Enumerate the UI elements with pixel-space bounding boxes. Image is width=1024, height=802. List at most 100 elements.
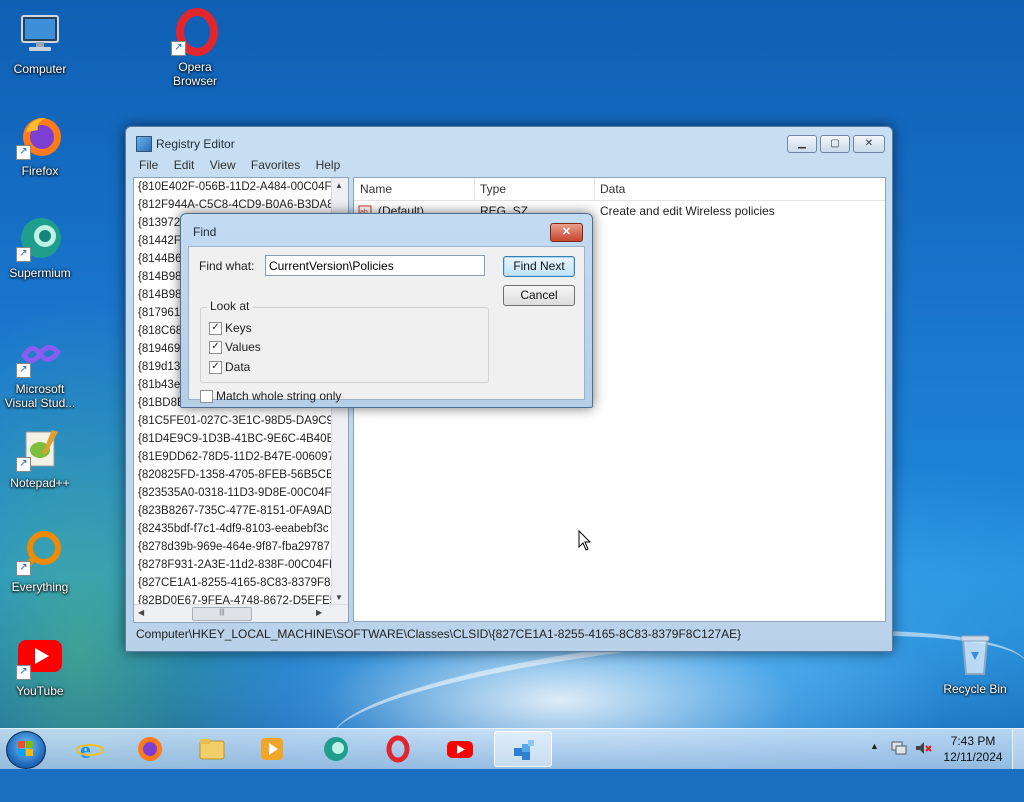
firefox-icon: ↗	[16, 112, 64, 160]
tree-item[interactable]: {82435bdf-f7c1-4df9-8103-eeabebf3c	[134, 520, 348, 538]
youtube-icon	[447, 741, 473, 758]
desktop-icon-computer[interactable]: Computer	[0, 10, 80, 76]
look-at-label: Look at	[207, 299, 253, 313]
supermium-icon	[324, 737, 348, 761]
taskbar-file-explorer[interactable]	[186, 731, 238, 767]
supermium-icon: ↗	[16, 214, 64, 262]
tree-item[interactable]: {827CE1A1-8255-4165-8C83-8379F8C	[134, 574, 348, 592]
taskbar-youtube[interactable]	[434, 731, 486, 767]
match-whole-string-checkbox[interactable]	[200, 390, 213, 403]
recycle-bin-icon	[951, 630, 999, 678]
scroll-down-arrow-icon[interactable]: ▼	[335, 593, 343, 602]
show-hidden-icons-chevron-icon[interactable]: ▲	[870, 741, 879, 751]
clock-date: 12/11/2024	[943, 750, 1003, 764]
shortcut-arrow-icon: ↗	[16, 665, 31, 680]
window-titlebar[interactable]: Registry Editor ▁ ▢ ✕	[126, 127, 892, 157]
match-whole-string-label: Match whole string only	[216, 389, 342, 403]
desktop-icon-label: Computer	[13, 62, 67, 76]
opera-icon: ↗	[171, 8, 219, 56]
registry-editor-icon	[514, 740, 534, 760]
network-icon[interactable]	[890, 739, 908, 760]
taskbar-supermium[interactable]	[310, 731, 362, 767]
column-header-data[interactable]: Data	[594, 178, 885, 200]
find-next-button[interactable]: Find Next	[503, 256, 575, 277]
maximize-icon: ▢	[830, 138, 840, 149]
menu-favorites[interactable]: Favorites	[245, 157, 306, 173]
taskbar-internet-explorer[interactable]: e	[64, 731, 116, 767]
youtube-icon: ↗	[16, 632, 64, 680]
internet-explorer-icon: e	[76, 738, 104, 763]
taskbar-opera[interactable]	[372, 731, 424, 767]
desktop-icon-label: Everything	[11, 580, 69, 594]
values-label: Values	[225, 340, 261, 354]
data-checkbox[interactable]: ✓	[209, 361, 222, 374]
desktop-icon-label: Firefox	[21, 164, 59, 178]
find-dialog-close-button[interactable]: ✕	[550, 223, 583, 242]
tree-item[interactable]: {823535A0-0318-11D3-9D8E-00C04F7	[134, 484, 348, 502]
everything-icon: ↗	[16, 528, 64, 576]
mouse-cursor-icon	[578, 529, 592, 555]
column-header-type[interactable]: Type	[474, 178, 595, 200]
tree-item[interactable]: {81E9DD62-78D5-11D2-B47E-006097E	[134, 448, 348, 466]
shortcut-arrow-icon: ↗	[171, 41, 186, 56]
menu-help[interactable]: Help	[310, 157, 347, 173]
menu-view[interactable]: View	[204, 157, 242, 173]
start-button[interactable]	[6, 731, 46, 769]
find-what-input[interactable]	[265, 255, 485, 276]
opera-icon	[386, 735, 410, 763]
cancel-button[interactable]: Cancel	[503, 285, 575, 306]
status-bar-path: Computer\HKEY_LOCAL_MACHINE\SOFTWARE\Cla…	[136, 627, 742, 641]
tree-item[interactable]: {823B8267-735C-477E-8151-0FA9AD0	[134, 502, 348, 520]
column-header-name[interactable]: Name	[354, 178, 475, 200]
desktop-icon-everything[interactable]: ↗ Everything	[0, 528, 80, 594]
menu-edit[interactable]: Edit	[168, 157, 201, 173]
keys-label: Keys	[225, 321, 252, 335]
close-icon: ✕	[561, 226, 572, 238]
close-button[interactable]: ✕	[853, 135, 885, 153]
menu-bar: File Edit View Favorites Help	[133, 157, 885, 175]
scroll-left-arrow-icon[interactable]: ◀	[138, 608, 144, 617]
desktop-icon-firefox[interactable]: ↗ Firefox	[0, 112, 80, 178]
keys-checkbox[interactable]: ✓	[209, 322, 222, 335]
desktop-icon-notepadpp[interactable]: ↗ Notepad++	[0, 424, 80, 490]
horizontal-scroll-thumb[interactable]: |||	[192, 607, 252, 621]
maximize-button[interactable]: ▢	[820, 135, 850, 153]
notepadpp-icon: ↗	[16, 424, 64, 472]
checkmark-icon: ✓	[211, 341, 220, 352]
volume-muted-icon[interactable]	[914, 739, 932, 760]
tree-item[interactable]: {81C5FE01-027C-3E1C-98D5-DA9C98	[134, 412, 348, 430]
shortcut-arrow-icon: ↗	[16, 363, 31, 378]
computer-icon	[16, 10, 64, 58]
scroll-up-arrow-icon[interactable]: ▲	[335, 181, 343, 190]
scroll-right-arrow-icon[interactable]: ▶	[316, 608, 322, 617]
values-checkbox[interactable]: ✓	[209, 341, 222, 354]
tree-item[interactable]: {8278F931-2A3E-11d2-838F-00C04FD	[134, 556, 348, 574]
desktop-icon-recycle-bin[interactable]: Recycle Bin	[935, 630, 1015, 696]
tree-item[interactable]: {810E402F-056B-11D2-A484-00C04F8	[134, 178, 348, 196]
taskbar-firefox[interactable]	[124, 731, 176, 767]
taskbar-registry-editor[interactable]	[494, 731, 552, 767]
minimize-button[interactable]: ▁	[787, 135, 817, 153]
media-player-icon	[261, 738, 283, 760]
desktop-icon-supermium[interactable]: ↗ Supermium	[0, 214, 80, 280]
menu-file[interactable]: File	[133, 157, 164, 173]
find-dialog-body: Find what: Find Next Cancel Look at ✓ Ke…	[188, 246, 585, 403]
taskbar-clock[interactable]: 7:43 PM 12/11/2024	[938, 733, 1008, 765]
desktop-icon-opera[interactable]: ↗ Opera Browser	[155, 8, 235, 88]
taskbar-media-player[interactable]	[246, 731, 298, 767]
tree-item[interactable]: {820825FD-1358-4705-8FEB-56B5CEE	[134, 466, 348, 484]
tree-item[interactable]: {812F944A-C5C8-4CD9-B0A6-B3DA8	[134, 196, 348, 214]
tree-item[interactable]: {8278d39b-969e-464e-9f87-fba29787	[134, 538, 348, 556]
list-header: Name Type Data	[354, 178, 885, 201]
close-icon: ✕	[864, 138, 874, 149]
desktop-icon-youtube[interactable]: ↗ YouTube	[0, 632, 80, 698]
show-desktop-button[interactable]	[1012, 729, 1024, 769]
desktop-icon-visual-studio[interactable]: ↗ Microsoft Visual Stud...	[0, 330, 80, 410]
visual-studio-icon: ↗	[16, 330, 64, 378]
shortcut-arrow-icon: ↗	[16, 561, 31, 576]
desktop-icon-label: Microsoft Visual Stud...	[4, 382, 76, 410]
tree-horizontal-scrollbar[interactable]: ◀ ||| ▶	[134, 604, 348, 622]
shortcut-arrow-icon: ↗	[16, 247, 31, 262]
tree-item[interactable]: {81D4E9C9-1D3B-41BC-9E6C-4B40BF	[134, 430, 348, 448]
desktop-icon-label: YouTube	[16, 684, 64, 698]
